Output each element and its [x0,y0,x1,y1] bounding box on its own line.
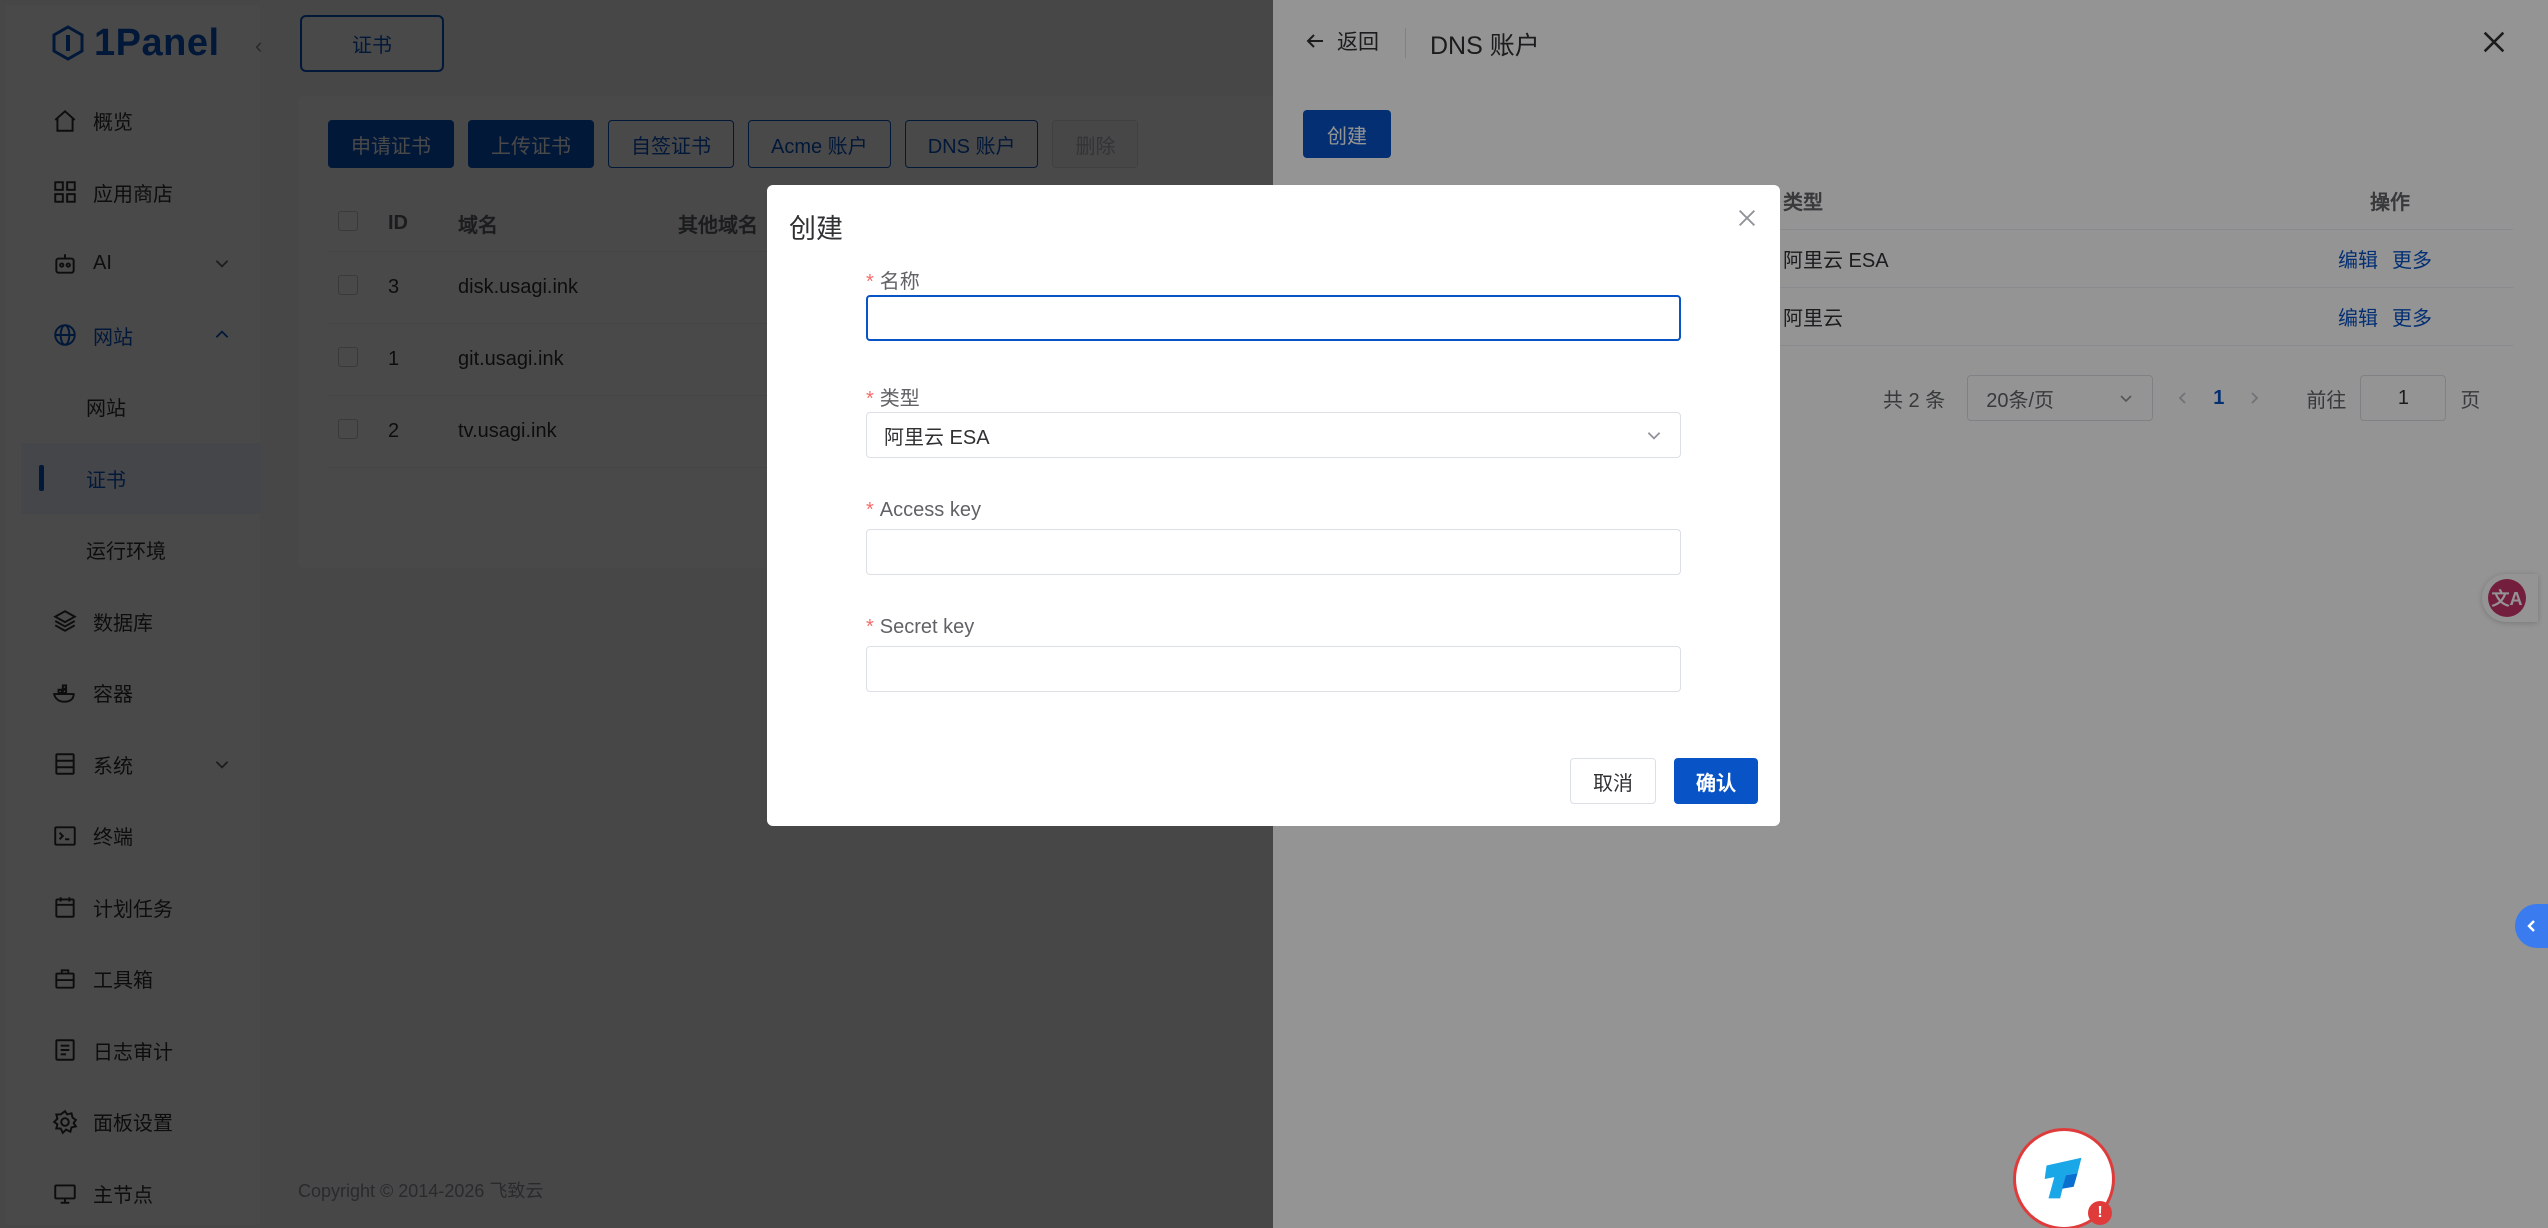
chevron-left-icon [2526,920,2535,932]
name-label: 名称 [879,271,920,293]
chevron-down-icon [1647,432,1661,440]
alert-badge: ! [2088,1201,2112,1225]
confirm-button[interactable]: 确认 [1674,758,1758,804]
field-access-key: * Access key [866,499,1681,616]
field-label: * 名称 [866,265,920,294]
dns-account-form: * 名称 * 类型 阿里云 ESA * Access key * Secret key [866,265,1681,733]
required-mark: * [866,616,874,638]
required-mark: * [866,271,874,293]
field-label: * Access key [866,499,981,522]
field-type: * 类型 阿里云 ESA [866,382,1681,499]
field-name: * 名称 [866,265,1681,382]
assistant-button[interactable]: ! [2013,1128,2115,1228]
type-select-value: 阿里云 ESA [884,426,990,449]
required-mark: * [866,388,874,410]
close-icon[interactable] [1736,207,1758,229]
access-key-label: Access key [879,499,981,521]
access-key-input[interactable] [866,529,1681,575]
type-label: 类型 [879,388,920,410]
name-input[interactable] [866,295,1681,341]
type-select[interactable]: 阿里云 ESA [866,412,1681,458]
app-root: 1Panel ‹ 概览 应用商店 AI [0,0,2548,1228]
field-label: * Secret key [866,616,974,639]
secret-key-input[interactable] [866,646,1681,692]
dialog-footer: 取消 确认 [1570,758,1758,804]
cancel-button[interactable]: 取消 [1570,758,1656,804]
secret-key-label: Secret key [879,616,975,638]
required-mark: * [866,499,874,521]
assistant-logo-icon [2044,1157,2082,1199]
create-dns-account-dialog: 创建 * 名称 * 类型 阿里云 ESA * Access key * Secret k… [767,185,1780,826]
field-label: * 类型 [866,382,920,411]
field-secret-key: * Secret key [866,616,1681,733]
dialog-title: 创建 [789,214,843,244]
